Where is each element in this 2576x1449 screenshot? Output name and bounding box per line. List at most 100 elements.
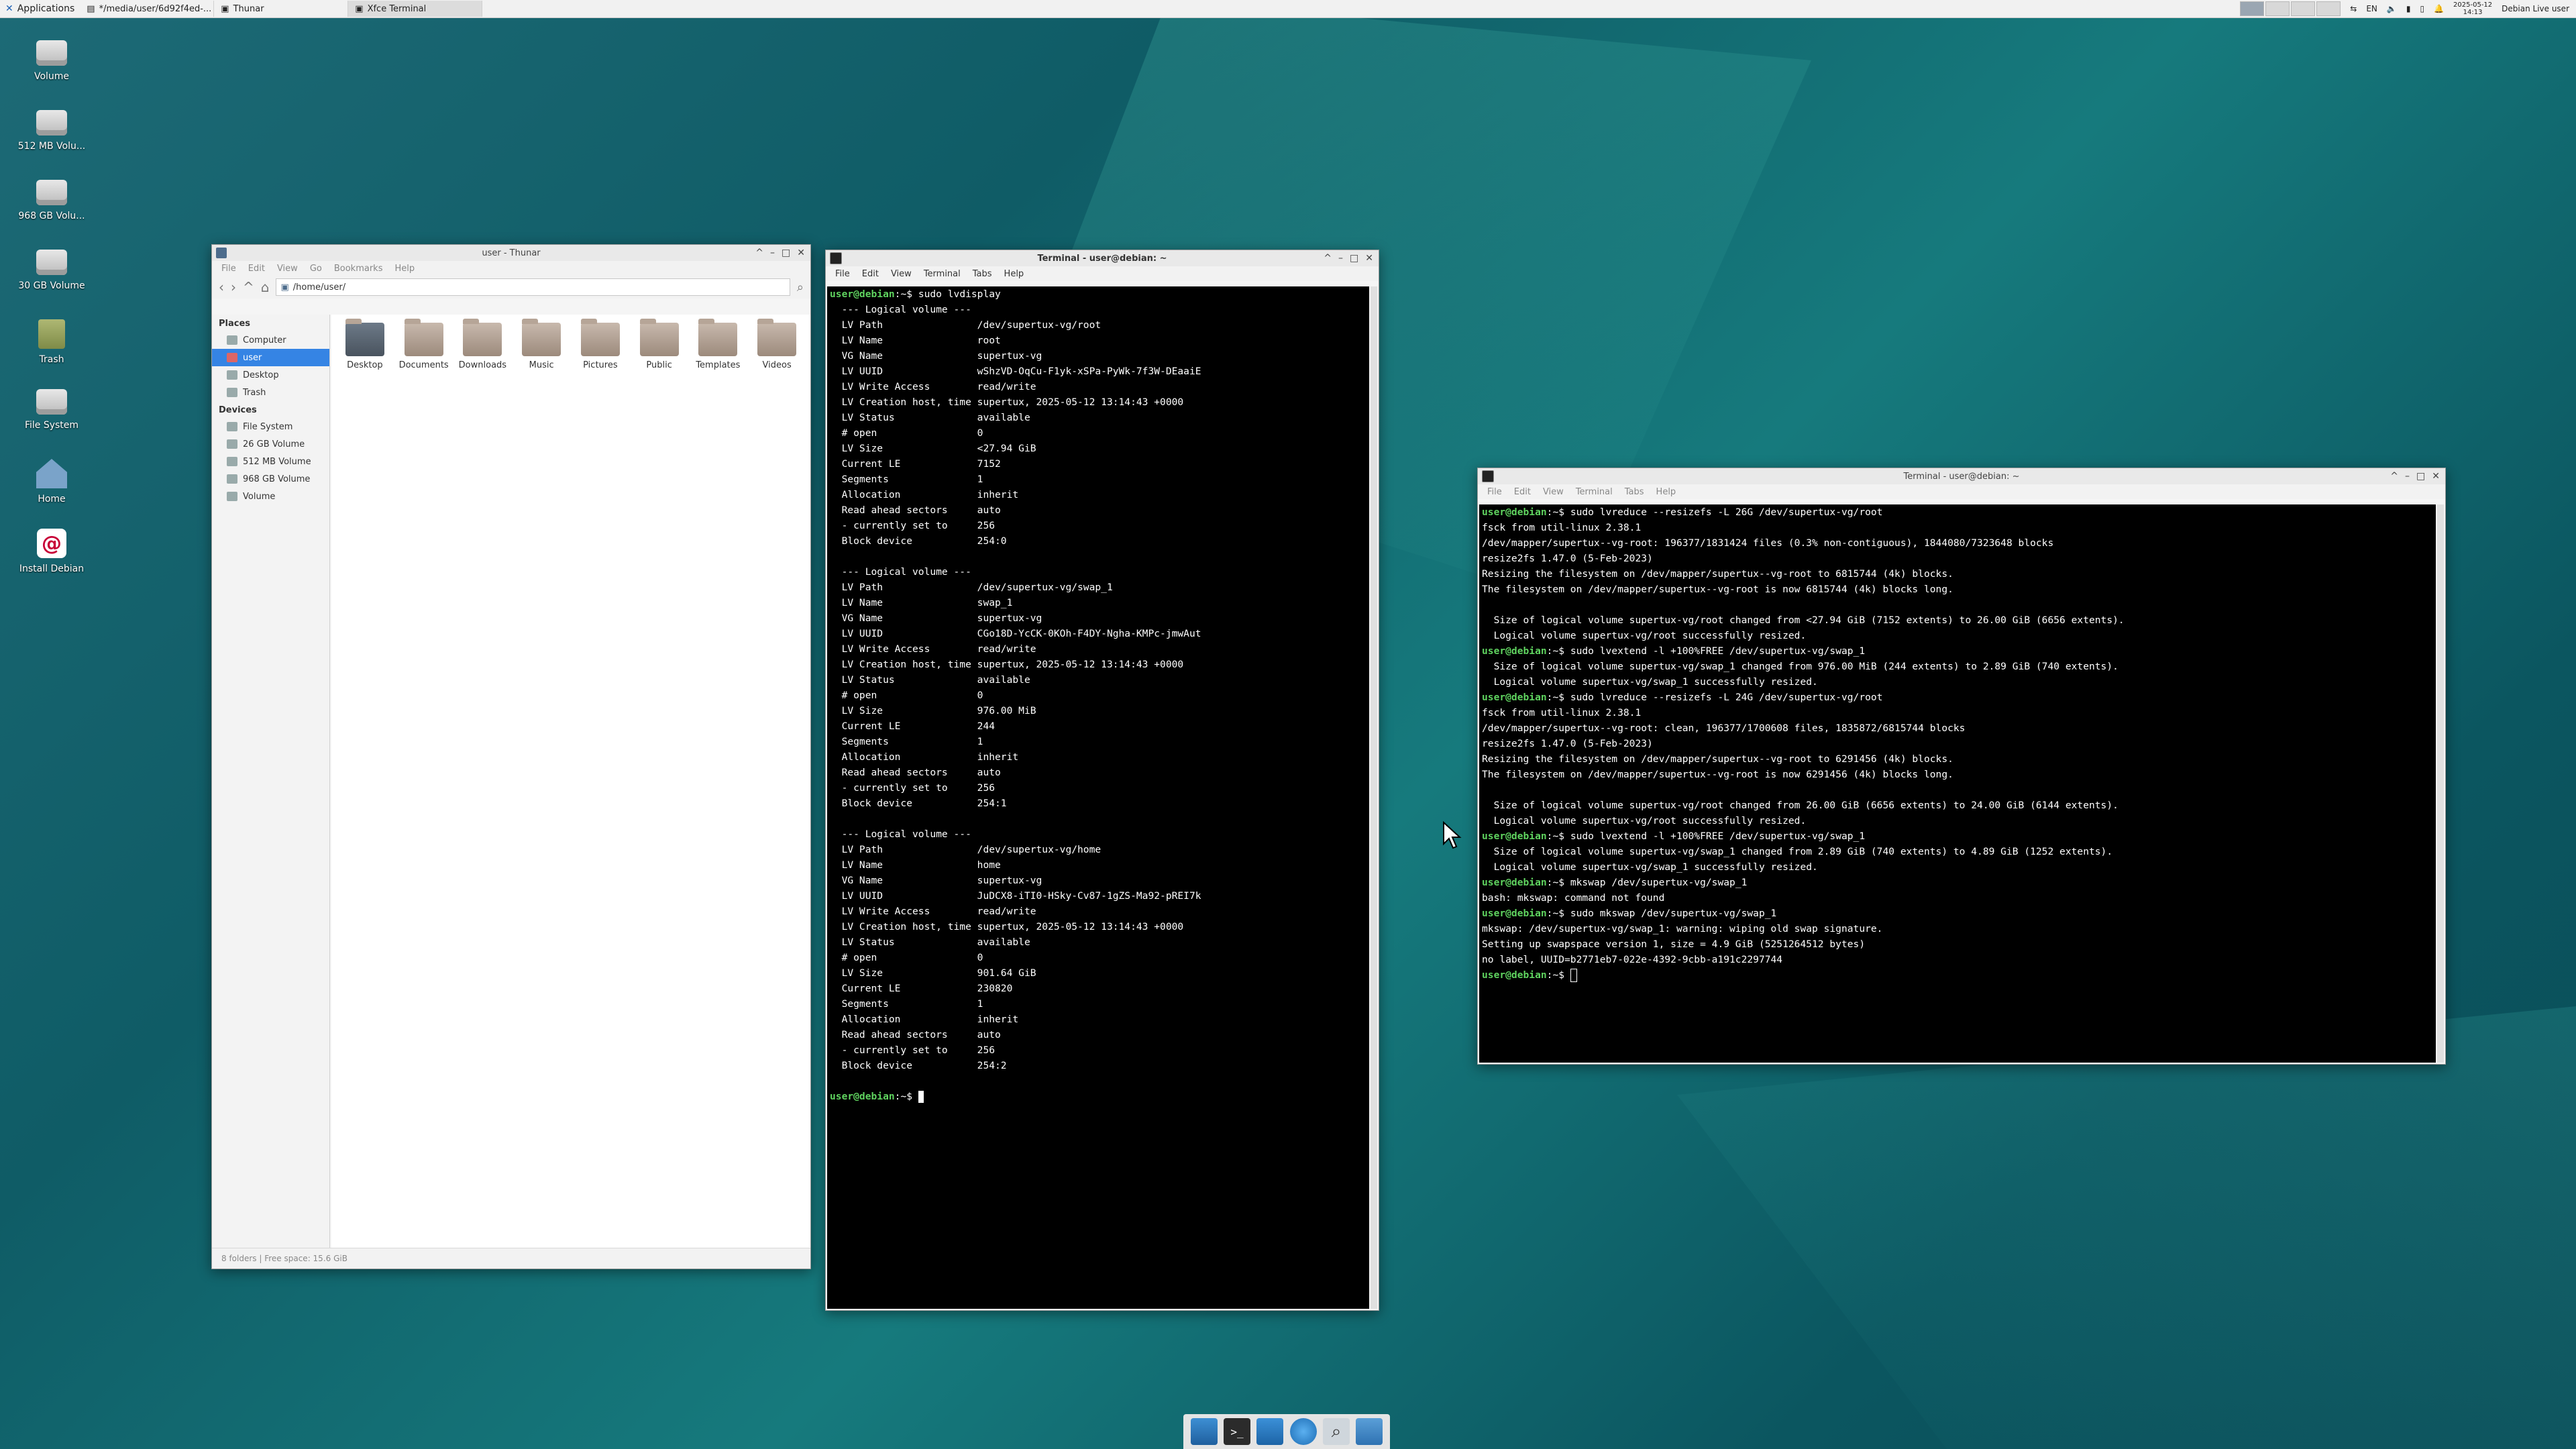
menu-file[interactable]: File [1487, 487, 1502, 497]
menu-go[interactable]: Go [310, 264, 322, 274]
sidebar-item-trash[interactable]: Trash [212, 384, 329, 401]
user-menu[interactable]: Debian Live user [2502, 4, 2569, 13]
folder-item-documents[interactable]: Documents [396, 319, 452, 370]
desktop-icon-volume[interactable]: Volume [15, 40, 89, 82]
desktop-icon-968gb[interactable]: 968 GB Volu... [15, 180, 89, 221]
search-icon[interactable]: ⌕ [797, 280, 804, 294]
sidebar-item-volume[interactable]: Volume [212, 488, 329, 505]
minimize-button[interactable]: – [770, 248, 775, 258]
folder-item-downloads[interactable]: Downloads [455, 319, 511, 370]
maximize-button[interactable]: □ [2416, 471, 2425, 482]
applications-menu[interactable]: ✕ Applications [0, 0, 80, 17]
menu-tabs[interactable]: Tabs [1625, 487, 1644, 497]
network-icon[interactable]: ⇆ [2350, 4, 2357, 13]
minimize-button[interactable]: – [1338, 253, 1343, 264]
menu-view[interactable]: View [891, 269, 912, 279]
menu-file[interactable]: File [835, 269, 850, 279]
menu-tabs[interactable]: Tabs [973, 269, 992, 279]
menu-file[interactable]: File [221, 264, 236, 274]
folder-item-pictures[interactable]: Pictures [572, 319, 629, 370]
file-manager-icon[interactable] [1256, 1418, 1284, 1445]
terminal-line: - currently set to 256 [830, 518, 1369, 533]
menu-edit[interactable]: Edit [862, 269, 879, 279]
up-arrow-icon[interactable]: ^ [243, 279, 254, 295]
folder-icon[interactable] [1356, 1418, 1383, 1445]
home-icon[interactable]: ⌂ [261, 279, 270, 295]
clock[interactable]: 2025-05-12 14:13 [2453, 1, 2492, 16]
forward-arrow-icon[interactable]: › [231, 279, 236, 295]
sidebar-item-computer[interactable]: Computer [212, 331, 329, 349]
close-button[interactable]: ✕ [2432, 471, 2440, 482]
desktop-icon-trash[interactable]: Trash [15, 319, 89, 365]
folder-item-music[interactable]: Music [513, 319, 570, 370]
battery-icon[interactable]: ▮ [2406, 4, 2411, 13]
shade-button[interactable]: ^ [1324, 253, 1332, 264]
menu-edit[interactable]: Edit [1514, 487, 1531, 497]
shade-button[interactable]: ^ [755, 248, 763, 258]
show-desktop-icon[interactable] [1190, 1418, 1218, 1445]
folder-item-videos[interactable]: Videos [749, 319, 805, 370]
sidebar-item-26gb[interactable]: 26 GB Volume [212, 435, 329, 453]
menu-terminal[interactable]: Terminal [1576, 487, 1613, 497]
desktop-icon-30gb[interactable]: 30 GB Volume [15, 250, 89, 291]
terminal-titlebar[interactable]: Terminal - user@debian: ~ ^ – □ ✕ [826, 250, 1379, 266]
menu-view[interactable]: View [1543, 487, 1564, 497]
thunar-file-view[interactable]: Desktop Documents Downloads Music Pictur… [331, 315, 810, 1248]
folder-item-templates[interactable]: Templates [690, 319, 747, 370]
workspace-3[interactable] [2291, 1, 2316, 16]
menu-view[interactable]: View [277, 264, 298, 274]
workspace-1[interactable] [2240, 1, 2265, 16]
search-icon[interactable]: ⌕ [1322, 1418, 1350, 1445]
prompt-user: user@debian [1482, 506, 1547, 518]
clipboard-icon[interactable]: ▯ [2420, 4, 2424, 13]
menu-terminal[interactable]: Terminal [924, 269, 961, 279]
folder-item-public[interactable]: Public [631, 319, 688, 370]
sidebar-item-user[interactable]: user [212, 349, 329, 366]
menu-bookmarks[interactable]: Bookmarks [334, 264, 383, 274]
menu-help[interactable]: Help [394, 264, 415, 274]
volume-icon[interactable]: 🔈 [2387, 4, 2397, 13]
taskbar-item-media[interactable]: ▤ */media/user/6d92f4ed-... [80, 1, 215, 17]
workspace-2[interactable] [2265, 1, 2290, 16]
desktop-icon-512mb[interactable]: 512 MB Volu... [15, 110, 89, 152]
sidebar-item-filesystem[interactable]: File System [212, 418, 329, 435]
workspace-4[interactable] [2316, 1, 2341, 16]
lv-field-value: available [977, 412, 1030, 423]
sidebar-item-desktop[interactable]: Desktop [212, 366, 329, 384]
mouse-pointer-icon [1443, 821, 1462, 849]
minimize-button[interactable]: – [2405, 471, 2410, 482]
close-button[interactable]: ✕ [797, 248, 805, 258]
keyboard-layout[interactable]: EN [2366, 4, 2377, 13]
folder-item-desktop[interactable]: Desktop [337, 319, 393, 370]
terminal-output[interactable]: user@debian:~$ sudo lvdisplay --- Logica… [827, 286, 1369, 1309]
close-button[interactable]: ✕ [1365, 253, 1373, 264]
terminal-icon[interactable]: >_ [1223, 1418, 1250, 1445]
sidebar-item-968gb[interactable]: 968 GB Volume [212, 470, 329, 488]
back-arrow-icon[interactable]: ‹ [219, 279, 224, 295]
menu-help[interactable]: Help [1004, 269, 1024, 279]
desktop-icon-install-debian[interactable]: @ Install Debian [15, 529, 89, 574]
workspace-switcher[interactable] [2240, 1, 2341, 16]
prompt-suffix: :~$ [1546, 830, 1570, 842]
shade-button[interactable]: ^ [2390, 471, 2398, 482]
terminal-output[interactable]: user@debian:~$ sudo lvreduce --resizefs … [1479, 504, 2436, 1063]
web-browser-icon[interactable] [1289, 1418, 1317, 1445]
lv-field-value: 230820 [977, 983, 1013, 994]
terminal-scrollbar[interactable] [2437, 504, 2444, 1063]
notification-bell-icon[interactable]: 🔔 [2434, 4, 2444, 13]
desktop-icon-home[interactable]: Home [15, 459, 89, 504]
taskbar-item-thunar[interactable]: ▣ Thunar [214, 1, 349, 17]
taskbar-item-terminal[interactable]: ▣ Xfce Terminal [348, 1, 483, 17]
desktop-icon-filesystem[interactable]: File System [15, 389, 89, 431]
terminal-titlebar[interactable]: Terminal - user@debian: ~ ^ – □ ✕ [1478, 468, 2445, 484]
menu-help[interactable]: Help [1656, 487, 1676, 497]
thunar-titlebar[interactable]: user - Thunar ^ – □ ✕ [212, 245, 810, 261]
sidebar-item-512mb[interactable]: 512 MB Volume [212, 453, 329, 470]
terminal-scrollbar[interactable] [1371, 286, 1377, 1309]
folder-icon [404, 319, 443, 356]
location-bar[interactable]: ▣ /home/user/ [276, 278, 790, 296]
menu-edit[interactable]: Edit [248, 264, 265, 274]
maximize-button[interactable]: □ [1350, 253, 1358, 264]
maximize-button[interactable]: □ [782, 248, 790, 258]
